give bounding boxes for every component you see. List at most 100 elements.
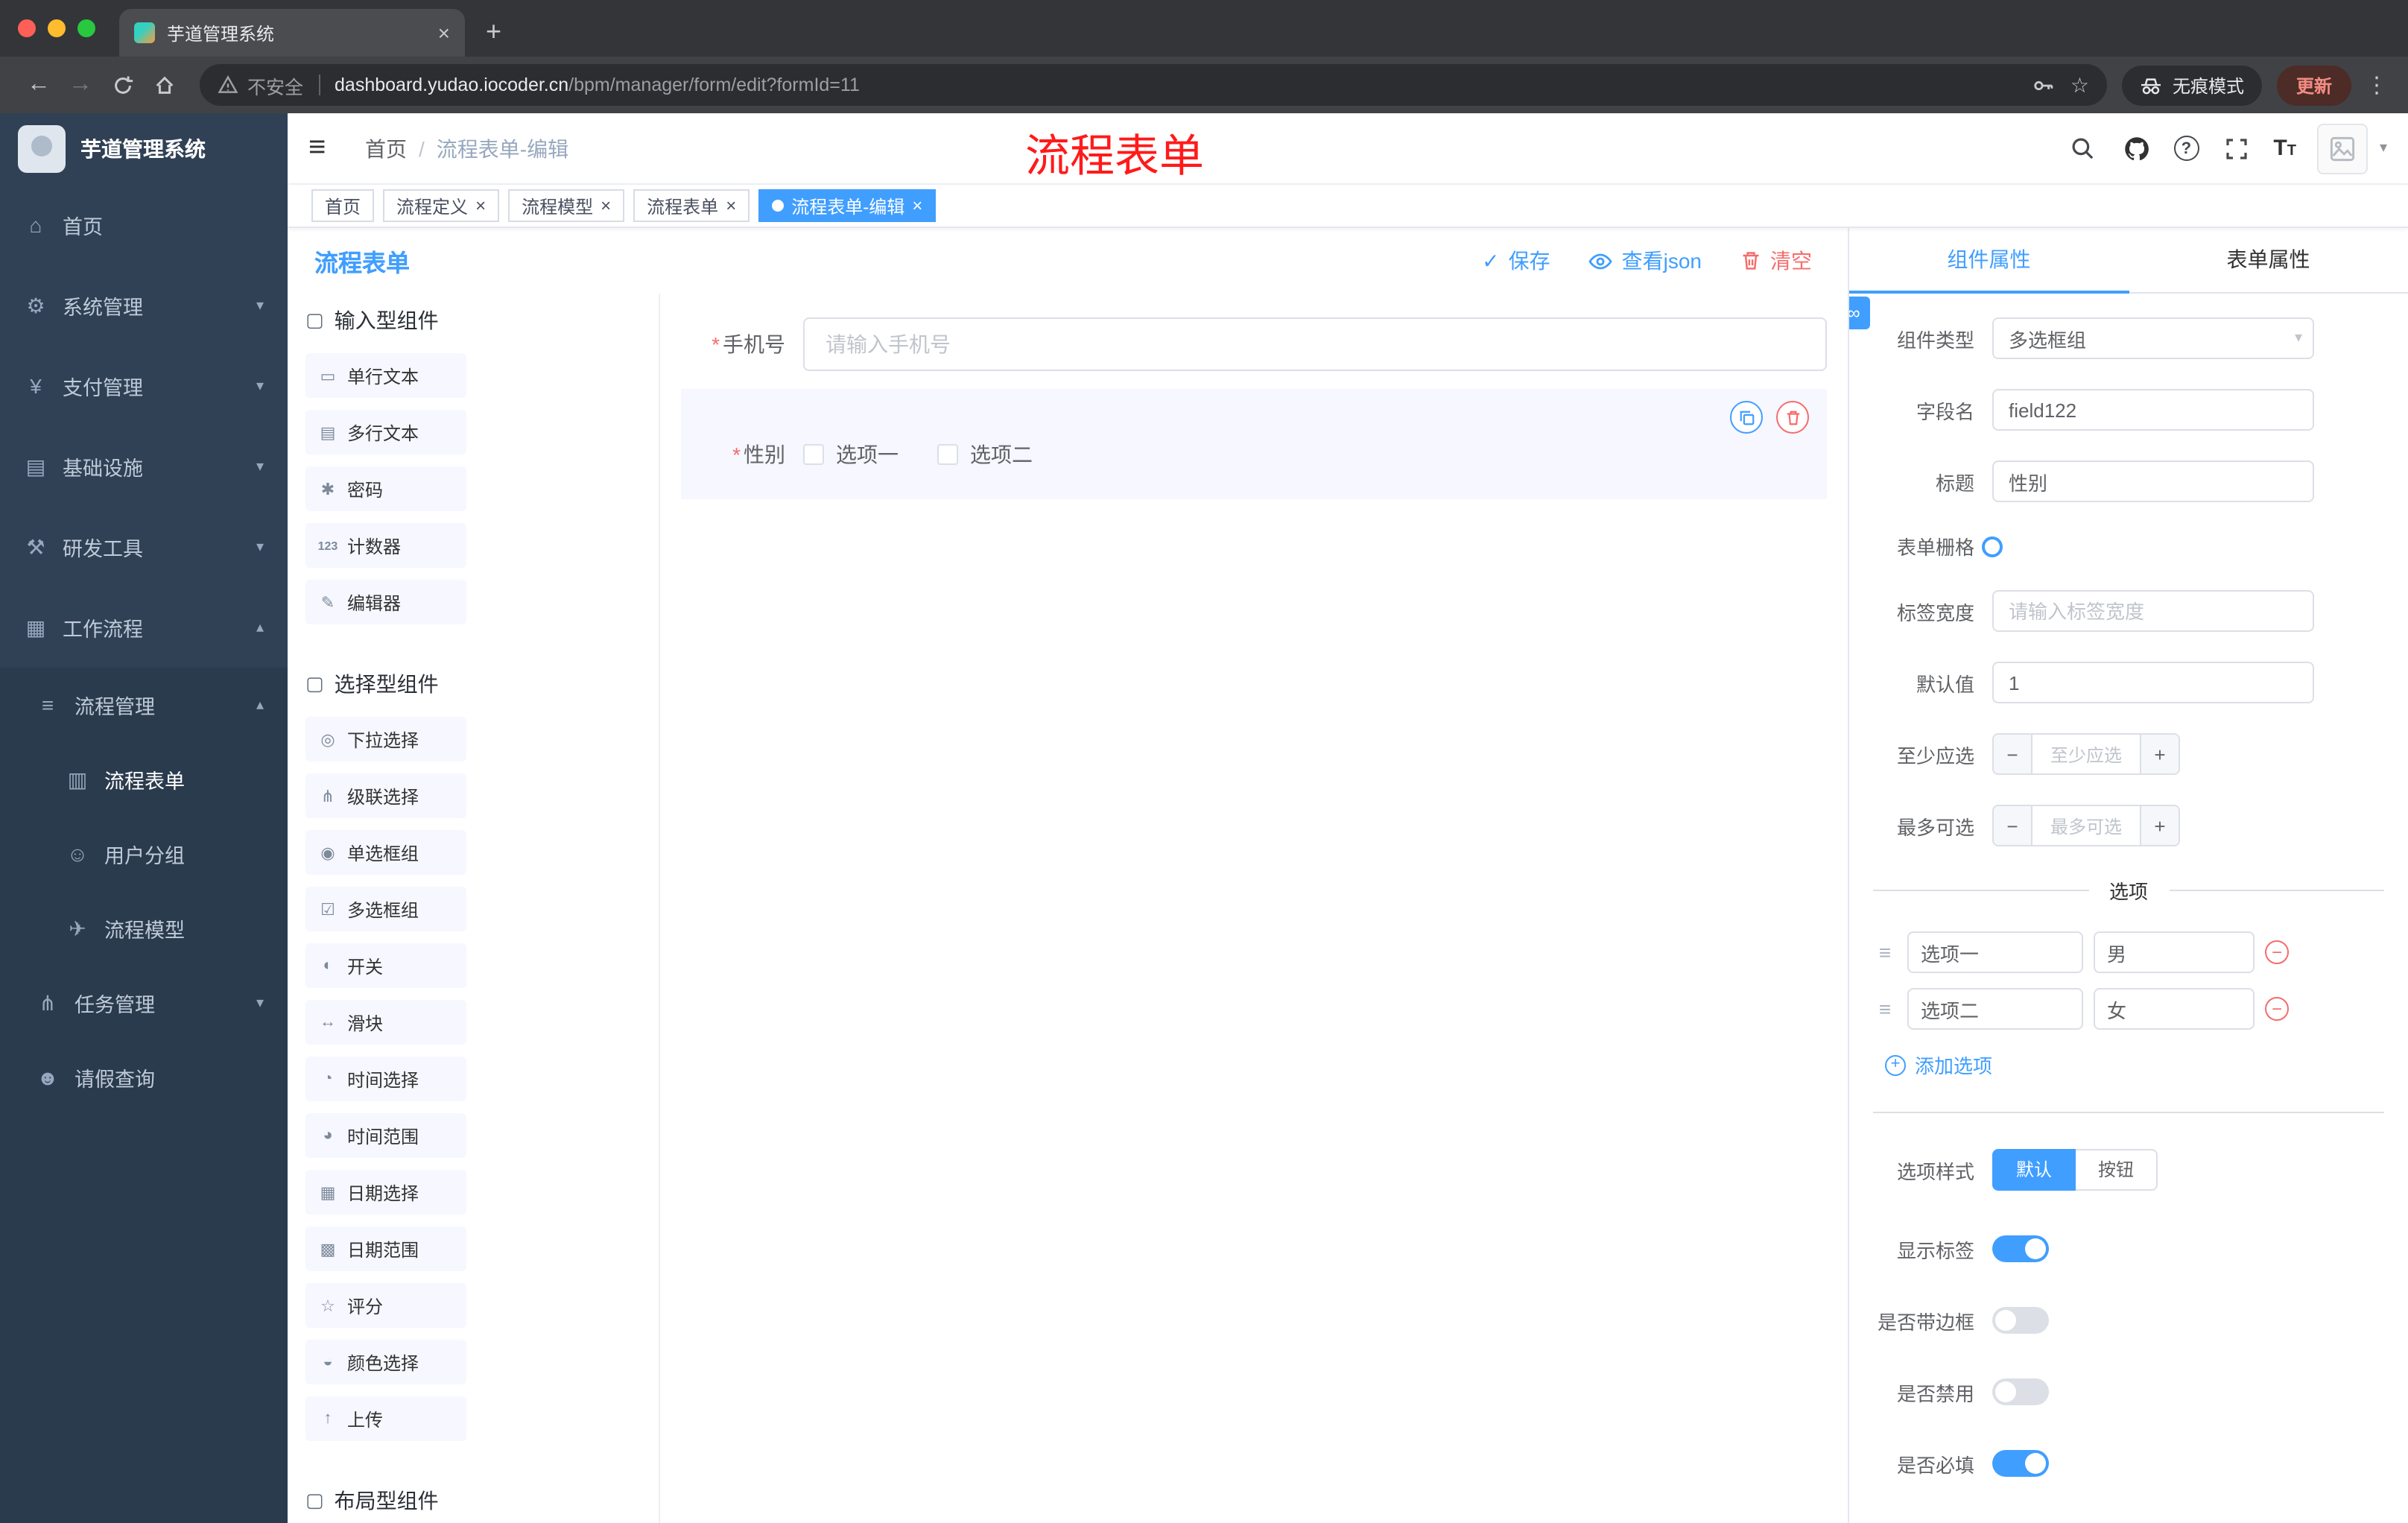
sidebar-item-process-form[interactable]: ▥ 流程表单 [0,742,288,817]
gender-option-1-checkbox[interactable]: 选项一 [803,440,899,469]
maximize-window-button[interactable] [77,19,95,37]
new-tab-button[interactable]: + [486,16,501,48]
view-json-button[interactable]: 查看json [1589,246,1702,276]
slider-handle[interactable] [1982,536,2003,557]
component-slider[interactable]: ↔ 滑块 [305,1000,466,1045]
component-password[interactable]: ✱ 密码 [305,466,466,511]
minimize-window-button[interactable] [48,19,66,37]
sidebar-item-home[interactable]: ⌂ 首页 [0,185,288,265]
form-canvas[interactable]: * 手机号 请输入手机号 * 性别 选项一 选项二 [660,294,1848,1523]
style-default-button[interactable]: 默认 [1992,1149,2076,1191]
forward-icon[interactable]: → [60,64,101,106]
component-select[interactable]: ◎ 下拉选择 [305,717,466,762]
github-icon[interactable] [2120,132,2152,165]
sidebar-item-workflow[interactable]: ▦ 工作流程 ▴ [0,587,288,668]
chevron-down-icon[interactable]: ▾ [2380,140,2387,156]
option-1-value-input[interactable] [2094,931,2255,973]
plus-button[interactable]: + [2140,806,2179,845]
drag-handle-icon[interactable]: ≡ [1873,940,1897,964]
gender-option-2-checkbox[interactable]: 选项二 [937,440,1033,469]
password-key-icon[interactable] [2033,74,2056,96]
sidebar-item-process-model[interactable]: ✈ 流程模型 [0,891,288,966]
tab-close-icon[interactable]: × [438,22,450,43]
tab-component-props[interactable]: 组件属性 [1849,228,2129,294]
minus-button[interactable]: − [1994,806,2032,845]
minus-button[interactable]: − [1994,735,2032,773]
search-icon[interactable] [2066,132,2099,165]
component-time-range-picker[interactable]: ◕ 时间范围 [305,1113,466,1158]
sidebar-item-task-management[interactable]: ⋔ 任务管理 ▾ [0,966,288,1040]
component-date-picker[interactable]: ▦ 日期选择 [305,1170,466,1215]
component-type-select[interactable]: 多选框组 [1992,317,2314,359]
browser-menu-icon[interactable]: ⋮ [2363,72,2390,98]
component-time-picker[interactable]: ◔ 时间选择 [305,1057,466,1101]
component-checkbox-group[interactable]: ☑ 多选框组 [305,887,466,931]
home-icon[interactable] [143,64,185,106]
label-width-input[interactable] [1992,590,2314,632]
close-icon[interactable]: × [912,197,922,215]
save-button[interactable]: ✓ 保存 [1482,246,1550,276]
option-2-value-input[interactable] [2094,988,2255,1030]
canvas-field-phone[interactable]: * 手机号 [681,317,1827,371]
default-value-input[interactable] [1992,662,2314,703]
component-cascader[interactable]: ⋔ 级联选择 [305,773,466,818]
sidebar-item-process-management[interactable]: ≡ 流程管理 ▴ [0,668,288,742]
close-window-button[interactable] [18,19,36,37]
component-editor[interactable]: ✎ 编辑器 [305,580,466,624]
tag-process-form-edit[interactable]: 流程表单-编辑 × [758,189,937,222]
component-rate[interactable]: ☆ 评分 [305,1283,466,1328]
tag-home[interactable]: 首页 [311,189,375,222]
show-label-toggle[interactable] [1992,1235,2049,1262]
remove-option-button[interactable]: − [2265,940,2289,964]
component-upload[interactable]: ↑ 上传 [305,1396,466,1441]
update-button[interactable]: 更新 [2276,65,2351,105]
phone-input[interactable] [803,317,1827,371]
with-border-toggle[interactable] [1992,1307,2049,1334]
disabled-toggle[interactable] [1992,1378,2049,1405]
back-icon[interactable]: ← [18,64,60,106]
hamburger-icon[interactable]: ≡ [308,131,350,165]
sidebar-item-payment[interactable]: ¥ 支付管理 ▾ [0,346,288,426]
browser-tab[interactable]: 芋道管理系统 × [119,9,465,57]
remove-option-button[interactable]: − [2265,997,2289,1021]
component-switch[interactable]: ◐ 开关 [305,943,466,988]
copy-field-button[interactable] [1730,401,1763,434]
sidebar-item-leave-query[interactable]: ☻ 请假查询 [0,1040,288,1115]
component-multi-line-text[interactable]: ▤ 多行文本 [305,410,466,455]
component-radio-group[interactable]: ◉ 单选框组 [305,830,466,875]
help-icon[interactable]: ? [2173,136,2199,161]
max-select-stepper[interactable]: − 最多可选 + [1992,805,2180,846]
font-size-icon[interactable]: TT [2273,136,2296,161]
delete-field-button[interactable] [1776,401,1809,434]
close-icon[interactable]: × [726,197,736,215]
address-bar[interactable]: 不安全 dashboard.yudao.iocoder.cn/bpm/manag… [200,64,2107,106]
option-1-label-input[interactable] [1907,931,2083,973]
checkbox[interactable] [937,444,958,465]
close-icon[interactable]: × [475,197,486,215]
fullscreen-icon[interactable] [2220,132,2252,165]
link-icon[interactable]: ∞ [1849,297,1870,329]
min-select-stepper[interactable]: − 至少应选 + [1992,733,2180,775]
drag-handle-icon[interactable]: ≡ [1873,997,1897,1021]
reload-icon[interactable] [101,64,143,106]
component-counter[interactable]: 123 计数器 [305,523,466,568]
field-name-input[interactable] [1992,389,2314,431]
bookmark-star-icon[interactable]: ☆ [2070,72,2089,98]
close-icon[interactable]: × [601,197,611,215]
avatar[interactable] [2316,123,2368,174]
tag-process-definition[interactable]: 流程定义 × [383,189,500,222]
breadcrumb-home[interactable]: 首页 [365,133,407,163]
tag-process-form[interactable]: 流程表单 × [633,189,750,222]
sidebar-item-devtools[interactable]: ⚒ 研发工具 ▾ [0,507,288,587]
checkbox[interactable] [803,444,824,465]
required-toggle[interactable] [1992,1450,2049,1477]
tag-process-model[interactable]: 流程模型 × [508,189,625,222]
sidebar-item-user-group[interactable]: ☺ 用户分组 [0,817,288,891]
component-color-picker[interactable]: ◒ 颜色选择 [305,1340,466,1384]
sidebar-item-infrastructure[interactable]: ▤ 基础设施 ▾ [0,426,288,507]
canvas-field-gender-selected[interactable]: * 性别 选项一 选项二 [681,389,1827,499]
component-date-range-picker[interactable]: ▩ 日期范围 [305,1226,466,1271]
option-2-label-input[interactable] [1907,988,2083,1030]
component-single-line-text[interactable]: ▭ 单行文本 [305,353,466,398]
clear-button[interactable]: 清空 [1740,246,1812,276]
